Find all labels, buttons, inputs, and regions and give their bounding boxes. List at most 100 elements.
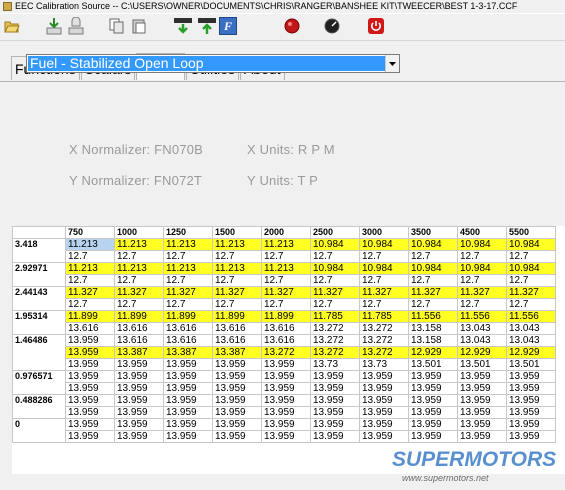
table-cell[interactable]: 11.327 [506, 286, 556, 299]
table-cell[interactable]: 13.73 [310, 358, 360, 371]
table-cell[interactable]: 13.959 [212, 430, 262, 443]
table-cell[interactable]: 13.959 [310, 430, 360, 443]
table-cell[interactable]: 11.213 [212, 262, 262, 275]
gauge-icon[interactable] [322, 16, 342, 36]
table-cell[interactable]: 11.327 [261, 286, 311, 299]
table-cell[interactable]: 11.213 [114, 262, 164, 275]
table-cell[interactable]: 13.959 [114, 382, 164, 395]
table-cell[interactable]: 13.959 [457, 394, 507, 407]
table-cell[interactable]: 12.7 [261, 298, 311, 311]
table-cell[interactable]: 13.959 [457, 418, 507, 431]
table-cell[interactable]: 13.959 [65, 370, 115, 383]
table-cell[interactable]: 12.7 [65, 274, 115, 287]
table-cell[interactable]: 13.959 [310, 382, 360, 395]
table-cell[interactable]: 13.616 [261, 322, 311, 335]
table-cell[interactable]: 11.327 [408, 286, 458, 299]
table-cell[interactable]: 10.984 [408, 262, 458, 275]
table-cell[interactable]: 11.213 [163, 262, 213, 275]
function-icon[interactable]: F [218, 16, 238, 36]
table-cell[interactable]: 13.959 [359, 370, 409, 383]
table-cell[interactable]: 12.7 [212, 274, 262, 287]
table-cell[interactable]: 13.959 [408, 370, 458, 383]
table-cell[interactable]: 11.556 [506, 310, 556, 323]
table-cell[interactable]: 13.959 [163, 394, 213, 407]
table-cell[interactable]: 13.959 [310, 394, 360, 407]
table-cell[interactable]: 13.959 [65, 418, 115, 431]
table-cell[interactable]: 12.7 [359, 250, 409, 263]
table-cell[interactable]: 13.501 [506, 358, 556, 371]
table-cell[interactable]: 12.7 [163, 274, 213, 287]
table-cell[interactable]: 11.899 [212, 310, 262, 323]
table-cell[interactable]: 13.272 [310, 334, 360, 347]
table-cell[interactable]: 13.387 [163, 346, 213, 359]
table-cell[interactable]: 13.959 [163, 418, 213, 431]
table-cell[interactable]: 12.7 [359, 274, 409, 287]
table-cell[interactable]: 13.959 [114, 394, 164, 407]
table-grid[interactable]: 750 1000 1250 1500 2000 2500 3000 3500 4… [12, 226, 565, 474]
table-cell[interactable]: 11.213 [261, 238, 311, 251]
table-cell[interactable]: 13.959 [457, 370, 507, 383]
table-cell[interactable]: 12.929 [408, 346, 458, 359]
table-cell[interactable]: 13.959 [212, 406, 262, 419]
table-cell[interactable]: 12.7 [359, 298, 409, 311]
table-cell[interactable]: 13.158 [408, 322, 458, 335]
table-cell[interactable]: 13.616 [212, 334, 262, 347]
table-cell[interactable]: 13.043 [457, 322, 507, 335]
table-cell[interactable]: 12.7 [408, 274, 458, 287]
chevron-down-icon[interactable] [385, 55, 399, 72]
table-cell[interactable]: 13.043 [506, 334, 556, 347]
table-cell[interactable]: 13.959 [212, 370, 262, 383]
table-cell[interactable]: 13.501 [457, 358, 507, 371]
table-cell[interactable]: 13.959 [163, 382, 213, 395]
table-cell[interactable]: 10.984 [310, 238, 360, 251]
table-cell[interactable]: 13.272 [310, 346, 360, 359]
table-cell[interactable]: 13.158 [408, 334, 458, 347]
upload-icon[interactable] [66, 16, 86, 36]
table-cell[interactable]: 13.959 [261, 370, 311, 383]
table-cell[interactable]: 12.7 [114, 250, 164, 263]
table-cell[interactable]: 13.959 [359, 418, 409, 431]
table-select-dropdown[interactable]: Fuel - Stabilized Open Loop [26, 54, 400, 73]
table-cell[interactable]: 12.7 [506, 274, 556, 287]
table-cell[interactable]: 13.272 [310, 322, 360, 335]
table-cell[interactable]: 11.899 [163, 310, 213, 323]
table-cell[interactable]: 13.959 [212, 358, 262, 371]
table-cell[interactable]: 13.387 [114, 346, 164, 359]
table-cell[interactable]: 13.959 [310, 370, 360, 383]
table-cell[interactable]: 12.929 [457, 346, 507, 359]
record-icon[interactable] [282, 16, 302, 36]
table-cell[interactable]: 12.7 [261, 250, 311, 263]
table-cell[interactable]: 11.213 [163, 238, 213, 251]
table-cell[interactable]: 12.7 [457, 298, 507, 311]
table-cell[interactable]: 10.984 [506, 262, 556, 275]
table-cell[interactable]: 13.272 [359, 322, 409, 335]
table-cell[interactable]: 11.899 [261, 310, 311, 323]
table-cell[interactable]: 13.959 [212, 382, 262, 395]
table-cell[interactable]: 13.959 [457, 430, 507, 443]
table-cell[interactable]: 13.959 [359, 394, 409, 407]
table-cell[interactable]: 10.984 [408, 238, 458, 251]
table-cell[interactable]: 11.327 [163, 286, 213, 299]
table-cell[interactable]: 13.959 [506, 406, 556, 419]
table-cell[interactable]: 13.043 [457, 334, 507, 347]
table-cell[interactable]: 13.959 [359, 406, 409, 419]
table-cell[interactable]: 13.959 [408, 382, 458, 395]
download-icon[interactable] [44, 16, 64, 36]
table-cell[interactable]: 13.959 [506, 394, 556, 407]
paste-icon[interactable] [130, 16, 148, 36]
table-cell[interactable]: 12.7 [506, 250, 556, 263]
table-cell[interactable]: 13.959 [457, 382, 507, 395]
table-cell[interactable]: 11.327 [457, 286, 507, 299]
table-cell[interactable]: 11.785 [359, 310, 409, 323]
table-cell[interactable]: 13.959 [114, 406, 164, 419]
table-cell[interactable]: 13.959 [65, 334, 115, 347]
table-cell[interactable]: 12.7 [163, 250, 213, 263]
table-cell[interactable]: 12.7 [457, 250, 507, 263]
table-cell[interactable]: 13.959 [65, 430, 115, 443]
table-cell[interactable]: 13.959 [408, 430, 458, 443]
table-cell[interactable]: 11.556 [408, 310, 458, 323]
table-cell[interactable]: 13.959 [506, 418, 556, 431]
table-cell[interactable]: 10.984 [359, 238, 409, 251]
table-cell[interactable]: 13.959 [261, 394, 311, 407]
table-cell[interactable]: 13.959 [163, 406, 213, 419]
